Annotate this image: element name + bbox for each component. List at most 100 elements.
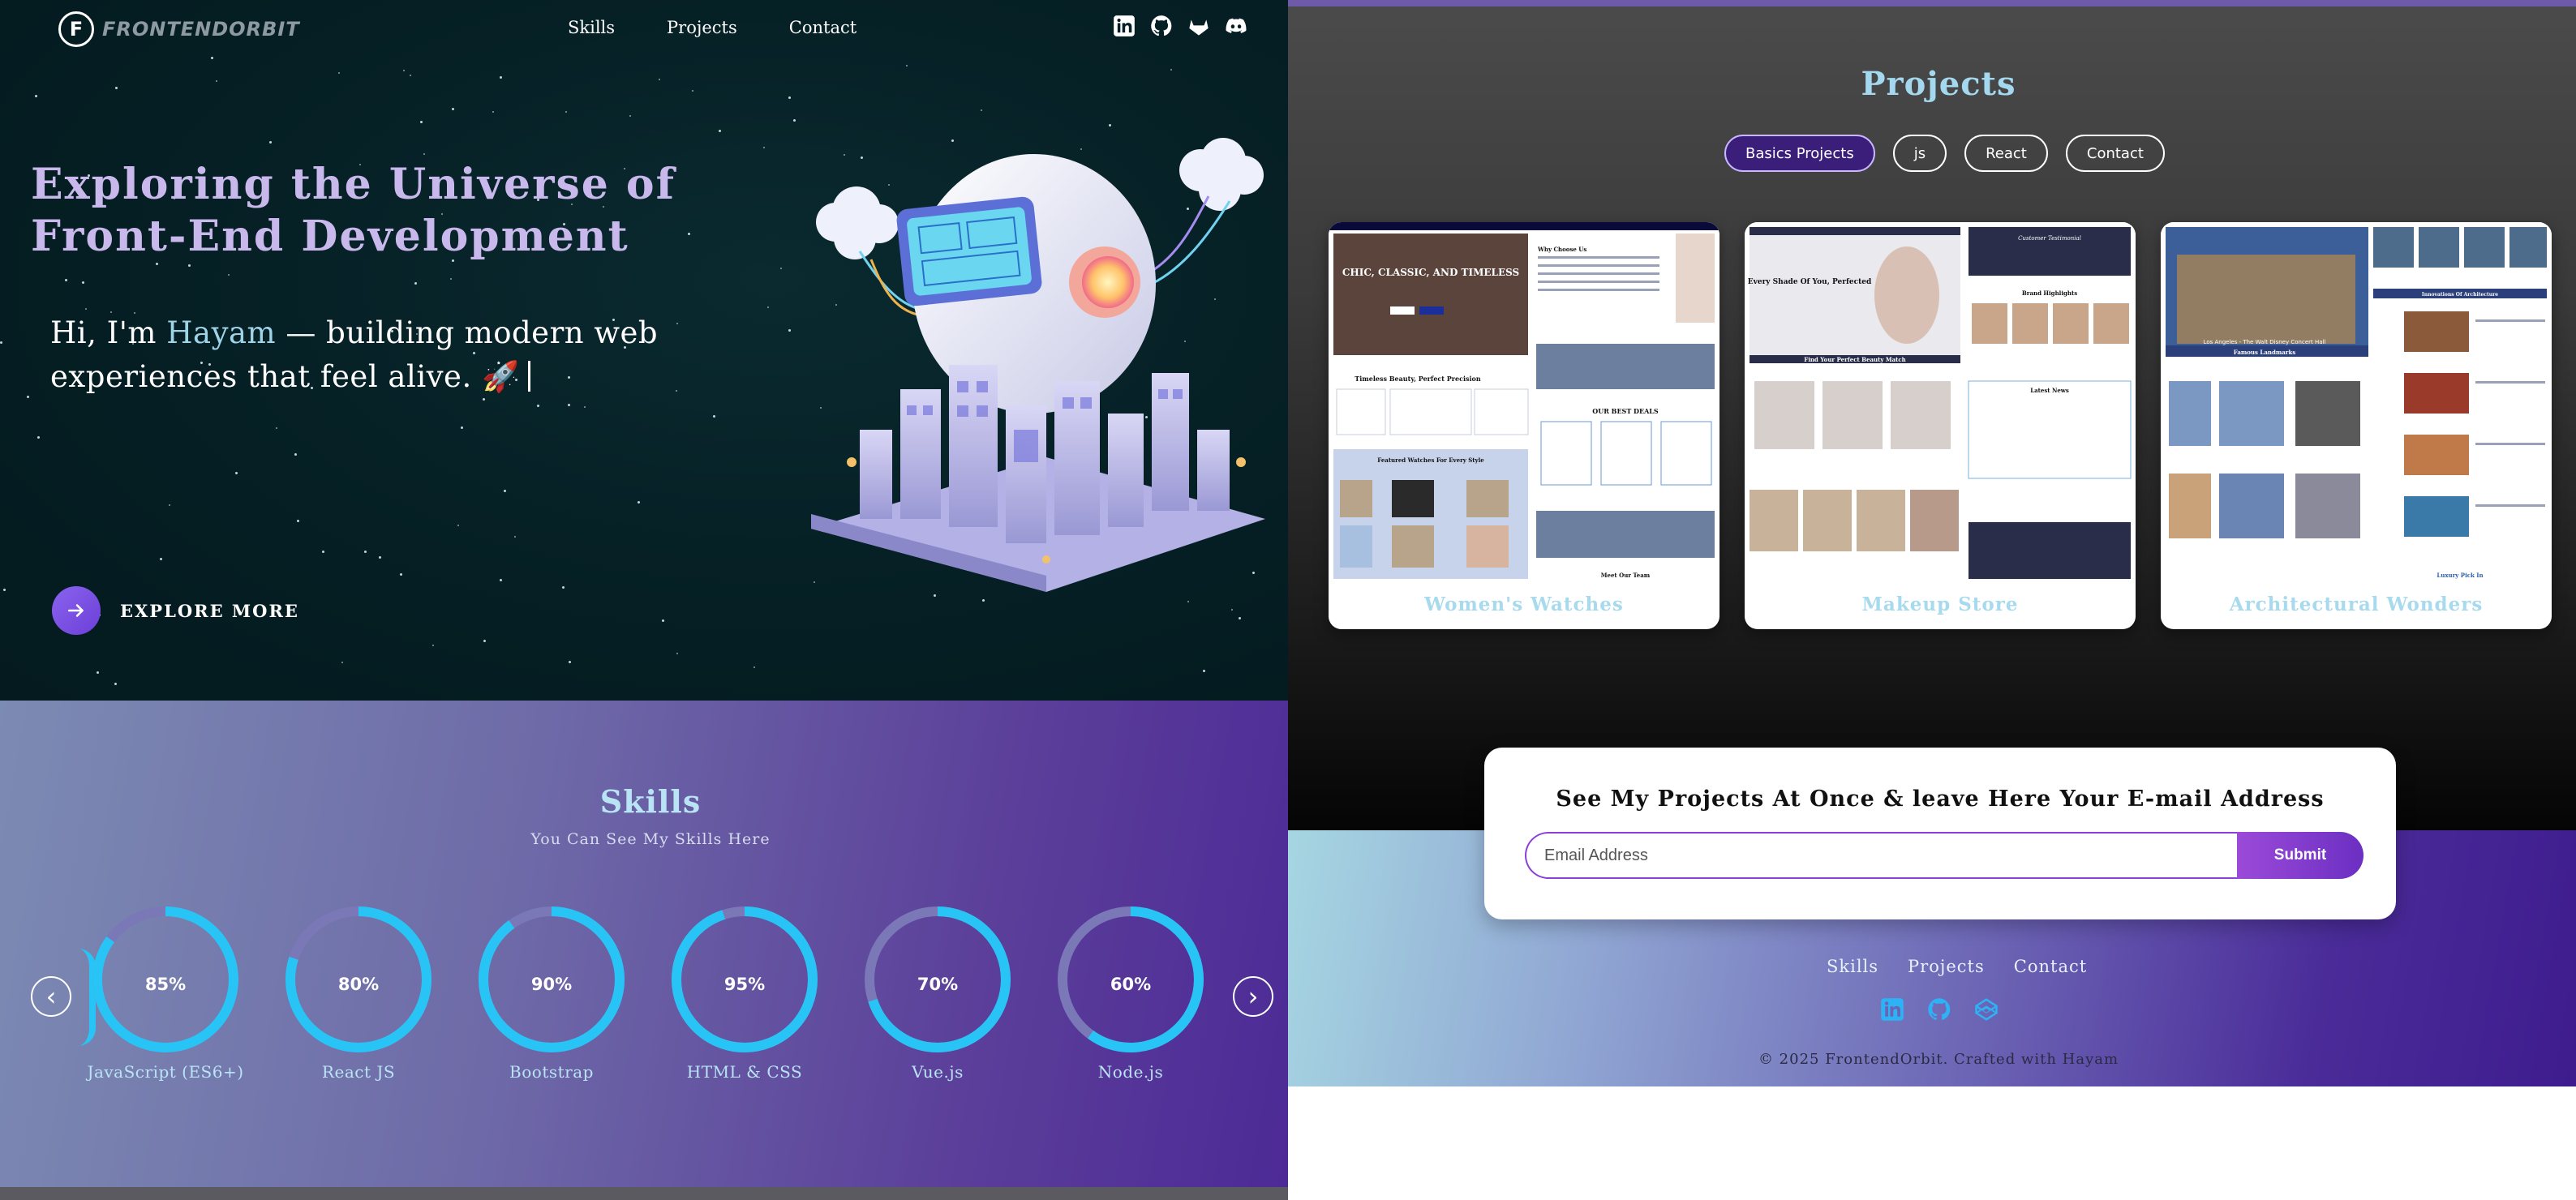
star	[1109, 124, 1111, 126]
filter-basics-projects[interactable]: Basics Projects	[1724, 135, 1875, 172]
star	[982, 599, 985, 602]
linkedin-icon[interactable]	[1113, 15, 1136, 37]
explore-more-label: EXPLORE MORE	[120, 600, 299, 621]
hero-subtitle-pre: Hi, I'm	[50, 315, 167, 350]
star	[692, 90, 693, 92]
hero-title: Exploring the Universe of Front-End Deve…	[31, 160, 676, 261]
star	[483, 640, 486, 642]
project-card-makeup[interactable]: Every Shade Of You, Perfected Find Your …	[1745, 222, 2136, 629]
footer-link-skills[interactable]: Skills	[1827, 957, 1878, 976]
github-icon[interactable]	[1150, 15, 1173, 37]
skill-percent: 70%	[917, 975, 959, 994]
star	[400, 573, 402, 576]
hero-name: Hayam	[166, 315, 277, 350]
star	[676, 323, 678, 324]
copyright: © 2025 FrontendOrbit. Crafted with Hayam	[1758, 1051, 2119, 1068]
submit-button[interactable]: Submit	[2237, 832, 2363, 879]
star	[1231, 609, 1233, 611]
skill-item: 60% Node.js	[1050, 898, 1212, 1093]
skills-carousel: 85% JavaScript (ES6+) 80% React JS 90% Bootst…	[84, 898, 1220, 1093]
discord-icon[interactable]	[1225, 15, 1247, 37]
star	[659, 79, 660, 80]
footer-social	[1880, 997, 1999, 1022]
skill-name: Vue.js	[912, 1062, 964, 1082]
star	[156, 263, 158, 265]
card-caption: Architectural Wonders	[2229, 594, 2484, 615]
subscribe-card: See My Projects At Once & leave Here You…	[1484, 748, 2396, 919]
star	[767, 306, 769, 308]
star	[500, 76, 502, 79]
architecture-thumbnail: Los Angeles - The Walt Disney Concert Ha…	[2161, 222, 2552, 582]
filter-js[interactable]: js	[1892, 135, 1947, 172]
bottom-strip	[0, 1187, 1288, 1200]
star	[82, 281, 84, 284]
star	[169, 504, 170, 506]
star	[85, 308, 87, 310]
nav-link-contact[interactable]: Contact	[789, 18, 857, 37]
star	[37, 436, 40, 439]
skills-next-button[interactable]: ›	[1233, 976, 1273, 1017]
star	[676, 653, 678, 654]
watches-side2: OUR BEST DEALS	[1592, 407, 1659, 415]
gitlab-icon[interactable]	[1187, 15, 1210, 37]
star	[934, 594, 936, 597]
logo[interactable]: F FRONTENDORBIT	[58, 11, 300, 47]
star	[1239, 617, 1241, 619]
star	[420, 121, 423, 123]
project-card-watches[interactable]: CHIC, CLASSIC, AND TIMELESS Timeless Bea…	[1329, 222, 1719, 629]
star	[97, 671, 99, 674]
star	[662, 619, 664, 622]
skill-name: HTML & CSS	[686, 1062, 803, 1082]
star	[788, 329, 791, 332]
star	[27, 396, 29, 398]
skill-percent: 85%	[144, 975, 187, 994]
makeup-hero-text: Every Shade Of You, Perfected	[1748, 278, 1872, 286]
logo-text: FRONTENDORBIT	[102, 18, 300, 41]
watches-section2: Featured Watches For Every Style	[1377, 456, 1484, 464]
star	[403, 70, 405, 71]
skill-name: Bootstrap	[509, 1062, 594, 1082]
skills-prev-button[interactable]: ‹	[31, 976, 71, 1017]
top-navbar: F FRONTENDORBIT Skills Projects Contact	[0, 0, 1288, 57]
card-caption: Women's Watches	[1424, 594, 1624, 615]
star	[713, 415, 715, 418]
skill-item: 90% Bootstrap	[470, 898, 633, 1093]
codepen-icon[interactable]	[1974, 997, 1999, 1022]
explore-more-button[interactable]: EXPLORE MORE	[52, 586, 299, 635]
projects-top-line	[1288, 0, 2576, 6]
arrow-right-icon	[52, 586, 101, 635]
footer-link-contact[interactable]: Contact	[2014, 957, 2087, 976]
nav-link-skills[interactable]: Skills	[568, 18, 615, 37]
skill-percent: 95%	[723, 975, 766, 994]
nav-link-projects[interactable]: Projects	[667, 18, 737, 37]
star	[514, 536, 516, 538]
star	[450, 278, 452, 280]
arch-side2: Luxury Pick In	[2436, 572, 2483, 579]
star	[1203, 670, 1205, 672]
star	[322, 551, 324, 553]
skill-name: JavaScript (ES6+)	[87, 1062, 244, 1082]
star	[338, 72, 340, 74]
footer-link-projects[interactable]: Projects	[1908, 957, 1985, 976]
project-card-architecture[interactable]: Los Angeles - The Walt Disney Concert Ha…	[2161, 222, 2552, 629]
star	[452, 108, 454, 110]
linkedin-icon[interactable]	[1880, 997, 1904, 1022]
filter-react[interactable]: React	[1964, 135, 2048, 172]
star	[584, 406, 586, 408]
star	[216, 80, 217, 82]
github-icon[interactable]	[1927, 997, 1951, 1022]
makeup-side: Customer Testimonial	[2018, 235, 2081, 242]
subscribe-title: See My Projects At Once & leave Here You…	[1556, 786, 2325, 812]
makeup-side3: Latest News	[2030, 387, 2069, 394]
star	[457, 525, 459, 526]
star	[638, 501, 640, 504]
star	[115, 87, 118, 89]
filter-contact[interactable]: Contact	[2065, 135, 2165, 172]
star	[753, 666, 755, 668]
star	[906, 65, 908, 66]
skill-percent: 80%	[337, 975, 380, 994]
skills-title: Skills	[599, 783, 702, 820]
star	[676, 390, 677, 392]
email-field[interactable]	[1525, 832, 2239, 879]
star	[629, 115, 631, 117]
